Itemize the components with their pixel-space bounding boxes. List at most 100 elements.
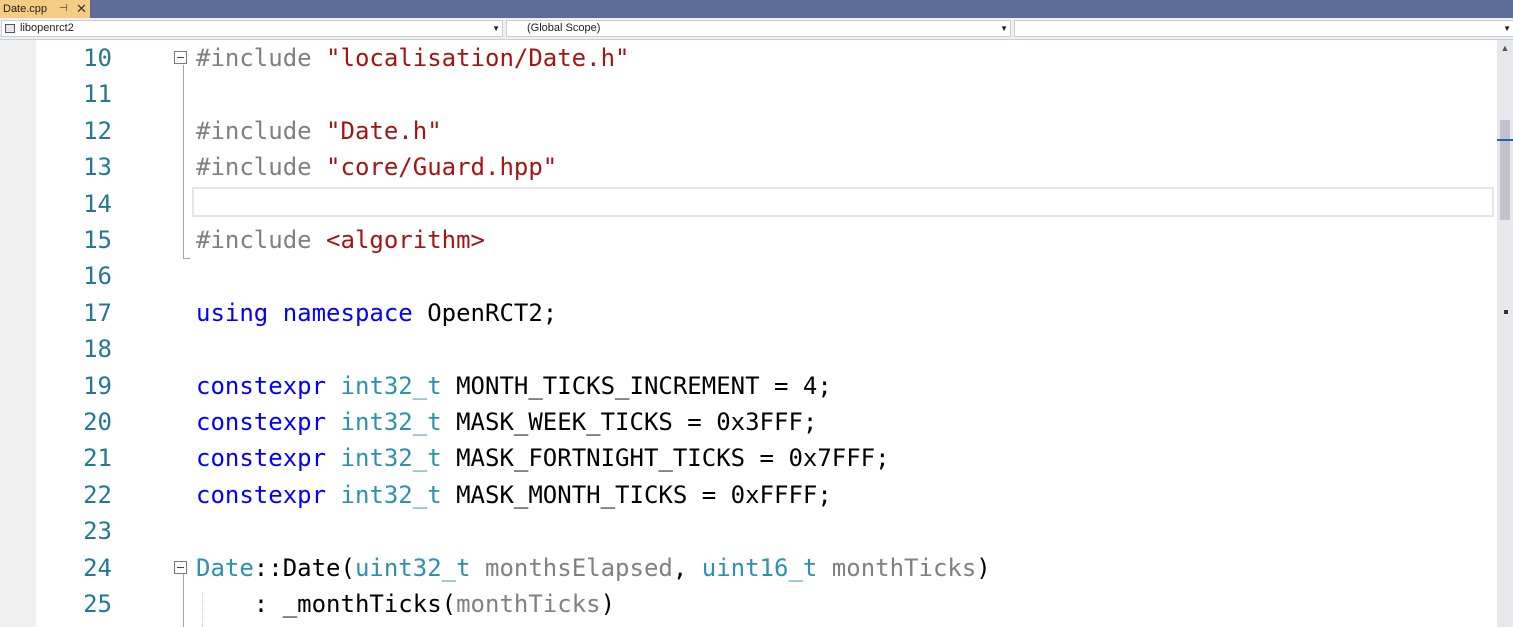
code-text: #include "core/Guard.hpp" (196, 149, 557, 185)
document-tab-strip: Date.cpp ⊣ ✕ (0, 0, 1513, 18)
code-token: : _monthTicks( (196, 590, 457, 618)
scrollbar-marker (1504, 310, 1508, 314)
scope-dropdown-value: (Global Scope) (527, 22, 601, 34)
code-token: OpenRCT2; (412, 299, 558, 327)
code-line[interactable]: 10 #include "localisation/Date.h" (36, 40, 1497, 76)
caret-position-marker (1497, 139, 1513, 141)
code-text: #include "localisation/Date.h" (196, 40, 629, 76)
vertical-scrollbar[interactable]: ▲ (1497, 40, 1513, 627)
code-token: ) (600, 590, 616, 618)
code-token: monthTicks (456, 590, 601, 618)
tab-title: Date.cpp (3, 3, 48, 15)
collapse-toggle-icon[interactable] (174, 51, 187, 64)
code-token: constexpr (196, 481, 327, 509)
code-token: monthsElapsed (485, 554, 673, 582)
code-token: namespace (282, 299, 413, 327)
line-number: 20 (83, 408, 112, 436)
indicator-margin (0, 40, 36, 627)
code-token: MONTH_TICKS_INCREMENT = 4; (441, 372, 832, 400)
line-number: 11 (83, 80, 112, 108)
code-text: constexpr int32_t MASK_WEEK_TICKS = 0x3F… (196, 404, 817, 440)
code-line[interactable]: 24 Date::Date(uint32_t monthsElapsed, uin… (36, 550, 1497, 586)
code-token: monthTicks (831, 554, 977, 582)
code-token: #include (196, 226, 327, 254)
code-token: <algorithm> (326, 226, 485, 254)
scope-dropdown[interactable]: (Global Scope) ▼ (506, 20, 1011, 37)
code-token: MASK_MONTH_TICKS = 0xFFFF; (441, 481, 832, 509)
code-line[interactable]: 25 : _monthTicks(monthTicks) (36, 586, 1497, 622)
code-token: constexpr (196, 408, 327, 436)
code-editor[interactable]: 10 #include "localisation/Date.h" 11 12 #inc… (0, 40, 1497, 627)
code-token: int32_t (340, 372, 442, 400)
chevron-down-icon[interactable]: ▼ (1000, 21, 1008, 36)
code-token: #include (196, 44, 327, 72)
code-line[interactable]: 22 constexpr int32_t MASK_MONTH_TICKS = 0… (36, 477, 1497, 513)
code-line[interactable]: 20 constexpr int32_t MASK_WEEK_TICKS = 0x… (36, 404, 1497, 440)
line-number: 16 (83, 262, 112, 290)
code-token: constexpr (196, 444, 327, 472)
code-token: int32_t (340, 481, 442, 509)
code-text: constexpr int32_t MONTH_TICKS_INCREMENT … (196, 368, 832, 404)
line-number: 25 (83, 590, 112, 618)
code-text: constexpr int32_t MASK_MONTH_TICKS = 0xF… (196, 477, 832, 513)
code-token: , (672, 554, 702, 582)
code-line[interactable]: 12 #include "Date.h" (36, 113, 1497, 149)
code-line[interactable]: 16 (36, 258, 1497, 294)
code-text: constexpr int32_t MASK_FORTNIGHT_TICKS =… (196, 440, 890, 476)
line-number: 23 (83, 517, 112, 545)
code-line[interactable]: 18 (36, 331, 1497, 367)
code-line[interactable]: 14 (36, 186, 1497, 222)
line-number: 22 (83, 481, 112, 509)
code-token: int32_t (340, 408, 442, 436)
scrollbar-thumb[interactable] (1500, 120, 1510, 220)
line-number: 10 (83, 44, 112, 72)
code-token: "core/Guard.hpp" (326, 153, 558, 181)
code-token: ::Date( (253, 554, 355, 582)
code-line[interactable]: 21 constexpr int32_t MASK_FORTNIGHT_TICKS… (36, 440, 1497, 476)
code-token: using (196, 299, 269, 327)
project-icon (5, 24, 15, 33)
code-token: ) (976, 554, 991, 582)
code-token: uint16_t (701, 554, 818, 582)
close-icon[interactable]: ✕ (76, 0, 87, 17)
code-token: constexpr (196, 372, 327, 400)
code-text: #include <algorithm> (196, 222, 485, 258)
navigation-bar: libopenrct2 ▼ (Global Scope) ▼ ▼ (0, 18, 1513, 40)
code-line[interactable]: 11 (36, 76, 1497, 112)
collapse-toggle-icon[interactable] (174, 561, 187, 574)
line-number: 21 (83, 444, 112, 472)
line-number: 14 (83, 190, 112, 218)
code-token: int32_t (340, 444, 442, 472)
line-number: 19 (83, 372, 112, 400)
code-token: uint32_t (354, 554, 471, 582)
code-token: "localisation/Date.h" (326, 44, 630, 72)
tab-date-cpp[interactable]: Date.cpp ⊣ ✕ (0, 0, 90, 18)
code-line[interactable]: 15 #include <algorithm> (36, 222, 1497, 258)
project-dropdown-value: libopenrct2 (20, 22, 74, 34)
scroll-up-icon[interactable]: ▲ (1497, 40, 1513, 56)
code-text: Date::Date(uint32_t monthsElapsed, uint1… (196, 550, 991, 586)
code-line[interactable]: 17 using namespace OpenRCT2; (36, 295, 1497, 331)
code-line[interactable]: 13 #include "core/Guard.hpp" (36, 149, 1497, 185)
line-number: 24 (83, 554, 112, 582)
code-token: MASK_WEEK_TICKS = 0x3FFF; (441, 408, 818, 436)
code-line[interactable]: 19 constexpr int32_t MONTH_TICKS_INCREMEN… (36, 368, 1497, 404)
line-number: 15 (83, 226, 112, 254)
code-line[interactable]: 23 (36, 513, 1497, 549)
member-dropdown[interactable]: ▼ (1014, 20, 1513, 37)
chevron-down-icon[interactable]: ▼ (1503, 21, 1511, 36)
pin-icon[interactable]: ⊣ (59, 0, 68, 18)
project-dropdown[interactable]: libopenrct2 ▼ (1, 20, 503, 37)
line-number: 18 (83, 335, 112, 363)
code-token: MASK_FORTNIGHT_TICKS = 0x7FFF; (441, 444, 890, 472)
code-token: #include (196, 153, 327, 181)
code-text: : _monthTicks(monthTicks) (196, 586, 615, 622)
chevron-down-icon[interactable]: ▼ (492, 21, 500, 36)
